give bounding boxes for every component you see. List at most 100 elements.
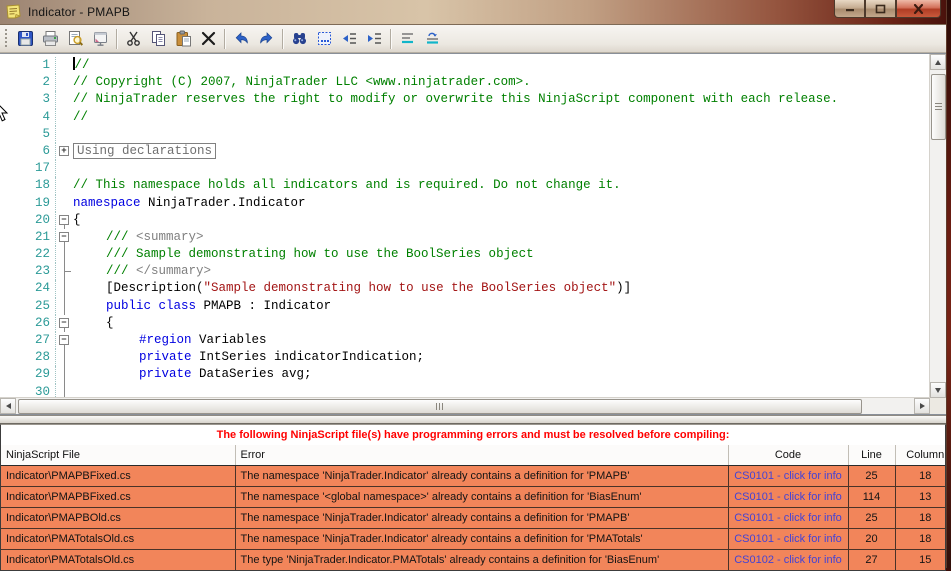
code-line[interactable]: 28private IntSeries indicatorIndication; xyxy=(0,349,930,366)
cut-button[interactable] xyxy=(121,27,146,50)
error-cell-code[interactable]: CS0101 - click for info xyxy=(728,529,848,550)
fold-margin xyxy=(56,195,73,212)
code-line[interactable]: 20−{ xyxy=(0,212,930,229)
line-number: 26 xyxy=(0,315,56,332)
code-line[interactable]: 2// Copyright (C) 2007, NinjaTrader LLC … xyxy=(0,74,930,91)
uncomment-button[interactable] xyxy=(420,27,445,50)
code-text: Using declarations xyxy=(73,143,930,160)
code-line[interactable]: 18// This namespace holds all indicators… xyxy=(0,177,930,194)
fold-margin[interactable]: − xyxy=(56,315,73,332)
fold-margin[interactable]: − xyxy=(56,332,73,349)
code-line[interactable]: 17 xyxy=(0,160,930,177)
code-text: // This namespace holds all indicators a… xyxy=(73,177,930,194)
line-number: 1 xyxy=(0,57,56,74)
line-number: 25 xyxy=(0,298,56,315)
error-cell-file: Indicator\PMATotalsOld.cs xyxy=(1,529,235,550)
collapsed-region[interactable]: Using declarations xyxy=(73,143,216,159)
error-cell-file: Indicator\PMAPBFixed.cs xyxy=(1,487,235,508)
save-button[interactable] xyxy=(13,27,38,50)
delete-button[interactable] xyxy=(196,27,221,50)
error-cell-code[interactable]: CS0101 - click for info xyxy=(728,508,848,529)
select-all-button[interactable] xyxy=(312,27,337,50)
code-line[interactable]: 25 public class PMAPB : Indicator xyxy=(0,298,930,315)
error-row[interactable]: Indicator\PMAPBOld.csThe namespace 'Ninj… xyxy=(1,508,946,529)
code-text: { xyxy=(73,212,930,229)
horizontal-scroll-thumb[interactable] xyxy=(18,399,862,414)
code-line[interactable]: 6+Using declarations xyxy=(0,143,930,160)
vertical-scrollbar[interactable] xyxy=(929,54,946,398)
fold-expand-icon[interactable]: + xyxy=(59,146,69,156)
titlebar[interactable]: Indicator - PMAPB xyxy=(0,0,946,25)
error-row[interactable]: Indicator\PMATotalsOld.csThe namespace '… xyxy=(1,529,946,550)
error-table: NinjaScript FileErrorCodeLineColumn Indi… xyxy=(1,445,946,571)
minimize-button[interactable] xyxy=(834,0,865,18)
error-cell-code[interactable]: CS0101 - click for info xyxy=(728,466,848,487)
code-line[interactable]: 5 xyxy=(0,126,930,143)
code-line[interactable]: 4// xyxy=(0,109,930,126)
code-text: namespace NinjaTrader.Indicator xyxy=(73,195,930,212)
outdent-button[interactable] xyxy=(337,27,362,50)
error-row[interactable]: Indicator\PMAPBFixed.csThe namespace '<g… xyxy=(1,487,946,508)
code-text xyxy=(73,160,930,177)
thumb-grip-icon xyxy=(436,403,444,410)
code-line[interactable]: 19namespace NinjaTrader.Indicator xyxy=(0,195,930,212)
error-cell-column: 13 xyxy=(895,487,946,508)
desktop: Indicator - PMAPB xyxy=(0,0,951,568)
code-line[interactable]: 24[Description("Sample demonstrating how… xyxy=(0,280,930,297)
fold-margin[interactable]: − xyxy=(56,212,73,229)
code-text: /// <summary> xyxy=(73,229,930,246)
comment-button[interactable] xyxy=(395,27,420,50)
column-header-ninjascript-file: NinjaScript File xyxy=(1,445,235,466)
close-button[interactable] xyxy=(896,0,941,18)
code-line[interactable]: 27−#region Variables xyxy=(0,332,930,349)
fold-collapse-icon[interactable]: − xyxy=(59,318,69,328)
redo-button[interactable] xyxy=(254,27,279,50)
code-line[interactable]: 22/// Sample demonstrating how to use th… xyxy=(0,246,930,263)
code-line[interactable]: 21−/// <summary> xyxy=(0,229,930,246)
arrow-up-icon xyxy=(935,60,941,65)
code-area[interactable]: 1//2// Copyright (C) 2007, NinjaTrader L… xyxy=(0,54,930,398)
line-number: 24 xyxy=(0,280,56,297)
find-button[interactable] xyxy=(287,27,312,50)
maximize-button[interactable] xyxy=(865,0,896,18)
error-cell-column: 15 xyxy=(895,550,946,571)
indent-button[interactable] xyxy=(362,27,387,50)
print-preview-button[interactable] xyxy=(63,27,88,50)
error-cell-code[interactable]: CS0101 - click for info xyxy=(728,487,848,508)
fold-collapse-icon[interactable]: − xyxy=(59,232,69,242)
error-row[interactable]: Indicator\PMATotalsOld.csThe type 'Ninja… xyxy=(1,550,946,571)
fold-collapse-icon[interactable]: − xyxy=(59,215,69,225)
code-line[interactable]: 30 xyxy=(0,384,930,398)
paste-button[interactable] xyxy=(171,27,196,50)
vertical-scroll-thumb[interactable] xyxy=(931,74,946,140)
scroll-left-button[interactable] xyxy=(0,398,16,414)
toolbar-separator xyxy=(282,29,284,49)
print-button[interactable] xyxy=(38,27,63,50)
panel-splitter[interactable] xyxy=(0,415,946,424)
fold-margin[interactable]: − xyxy=(56,229,73,246)
code-line[interactable]: 26−{ xyxy=(0,315,930,332)
copy-button[interactable] xyxy=(146,27,171,50)
error-row[interactable]: Indicator\PMAPBFixed.csThe namespace 'Ni… xyxy=(1,466,946,487)
error-cell-line: 27 xyxy=(848,550,895,571)
code-text: { xyxy=(73,315,930,332)
scroll-up-button[interactable] xyxy=(930,54,946,70)
toolbar-grip[interactable] xyxy=(5,29,9,49)
page-setup-button[interactable] xyxy=(88,27,113,50)
undo-button[interactable] xyxy=(229,27,254,50)
line-number: 30 xyxy=(0,384,56,398)
fold-collapse-icon[interactable]: − xyxy=(59,335,69,345)
scroll-down-button[interactable] xyxy=(930,382,946,398)
code-line[interactable]: 3// NinjaTrader reserves the right to mo… xyxy=(0,91,930,108)
code-text: public class PMAPB : Indicator xyxy=(73,298,930,315)
scroll-right-button[interactable] xyxy=(914,398,930,414)
error-cell-column: 18 xyxy=(895,508,946,529)
error-cell-code[interactable]: CS0102 - click for info xyxy=(728,550,848,571)
fold-margin xyxy=(56,246,73,263)
horizontal-scrollbar[interactable] xyxy=(0,397,930,414)
line-number: 3 xyxy=(0,91,56,108)
code-line[interactable]: 23/// </summary> xyxy=(0,263,930,280)
code-line[interactable]: 29private DataSeries avg; xyxy=(0,366,930,383)
code-line[interactable]: 1// xyxy=(0,57,930,74)
fold-margin[interactable]: + xyxy=(56,143,73,160)
